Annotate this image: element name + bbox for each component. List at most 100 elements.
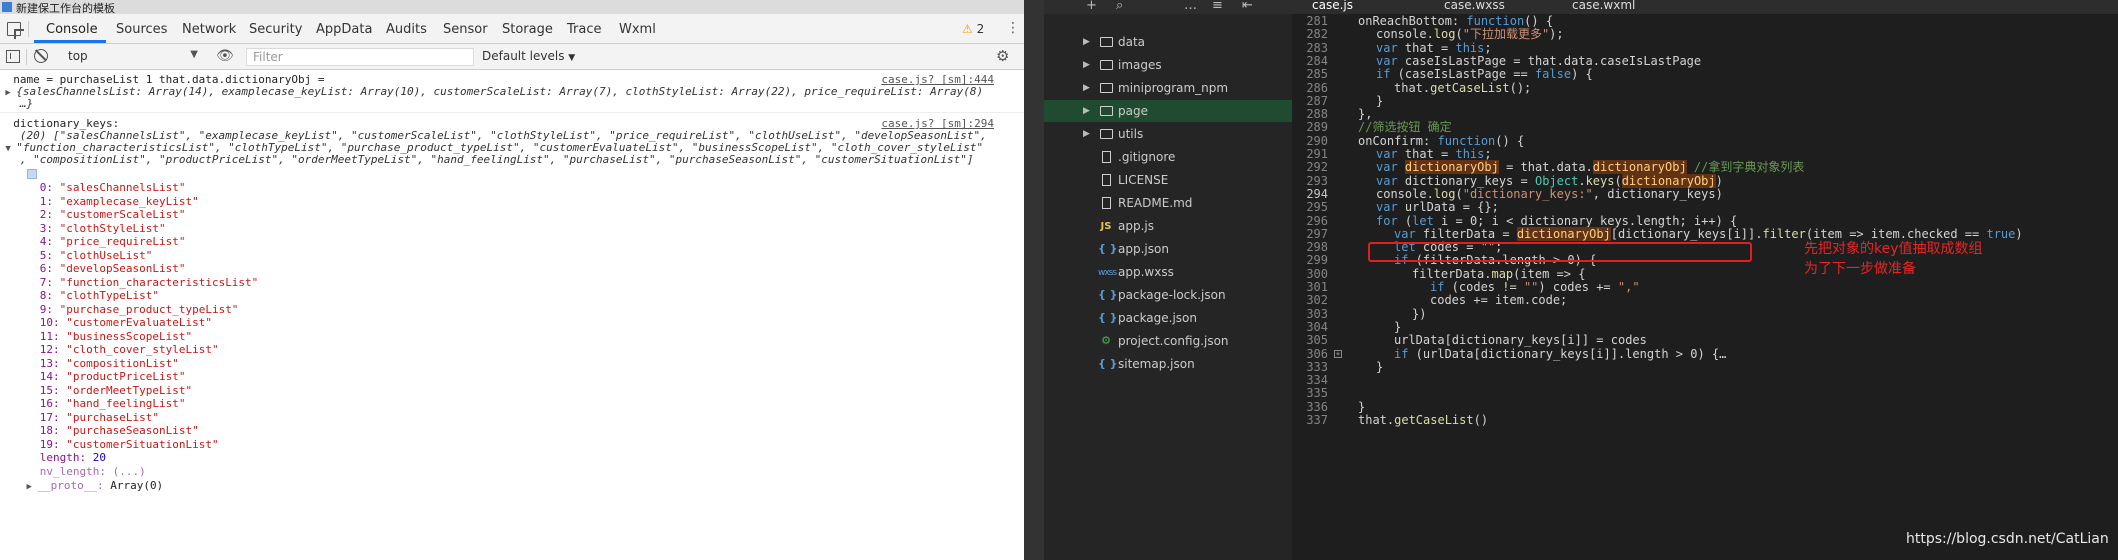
chevron-right-icon[interactable]: ▶ — [1083, 31, 1090, 53]
explorer-item[interactable]: ⚙ project.config.json — [1044, 330, 1292, 352]
code-line[interactable]: 295 var urlData = {}; — [1292, 200, 2118, 214]
item-index: 17: — [39, 410, 60, 424]
search-icon[interactable]: ⌕ — [1116, 0, 1123, 13]
code-line[interactable]: 334 — [1292, 373, 2118, 387]
more-icon[interactable]: … — [1184, 0, 1197, 13]
log-levels-dropdown[interactable]: Default levels ▼ — [482, 49, 575, 63]
tab-wxml[interactable]: Wxml — [619, 22, 656, 37]
code-line[interactable]: 296 for (let i = 0; i < dictionary_keys.l… — [1292, 214, 2118, 228]
code-line[interactable]: 291 var that = this; — [1292, 147, 2118, 161]
tab-network[interactable]: Network — [182, 22, 236, 37]
item-index: 1: — [39, 194, 53, 208]
tab-sources[interactable]: Sources — [116, 22, 167, 37]
code-line[interactable]: 336} — [1292, 400, 2118, 414]
code-line[interactable]: 286 that.getCaseList(); — [1292, 81, 2118, 95]
item-index: 15: — [39, 383, 60, 397]
code-area[interactable]: 281 onReachBottom: function() {282 console… — [1292, 14, 2118, 560]
expand-arrow-icon[interactable]: ▶ — [27, 482, 38, 492]
code-line[interactable]: 306 + if (urlData[dictionary_keys[i]].leng… — [1292, 347, 2118, 361]
more-menu-icon[interactable]: ⋮ — [1006, 20, 1020, 36]
code-line[interactable]: 337 that.getCaseList() — [1292, 413, 2118, 427]
code-line[interactable]: 333} — [1292, 360, 2118, 374]
code-line[interactable]: 302 codes += item.code; — [1292, 293, 2118, 307]
filter-placeholder: Filter — [253, 50, 283, 64]
array-length: length: 20 — [0, 451, 1024, 465]
explorer-item[interactable]: { } package-lock.json — [1044, 284, 1292, 306]
code-line[interactable]: 288}, — [1292, 107, 2118, 121]
explorer-item-label: app.json — [1118, 242, 1169, 256]
explorer-item[interactable]: { } package.json — [1044, 307, 1292, 329]
collapse-icon[interactable]: ⇤ — [1242, 0, 1253, 13]
explorer-item[interactable]: LICENSE — [1044, 169, 1292, 191]
array-item: 14: "productPriceList" — [0, 370, 1024, 384]
code-line[interactable]: 290 onConfirm: function() { — [1292, 134, 2118, 148]
code-line[interactable]: 289 //筛选按钮 确定 — [1292, 120, 2118, 134]
filter-input[interactable]: Filter — [246, 48, 474, 66]
explorer-item[interactable]: ▶ miniprogram_npm — [1044, 77, 1292, 99]
code-line[interactable]: 304} — [1292, 320, 2118, 334]
gear-icon[interactable]: ⚙ — [996, 47, 1009, 65]
tab-appdata[interactable]: AppData — [316, 22, 372, 37]
line-number: 284 — [1306, 53, 1328, 68]
chevron-right-icon[interactable]: ▶ — [1083, 123, 1090, 145]
code-line[interactable]: 293 var dictionary_keys = Object.keys(dic… — [1292, 173, 2118, 188]
explorer-item[interactable]: ▶ data — [1044, 31, 1292, 53]
tab-console[interactable]: Console — [46, 22, 98, 37]
explorer-item[interactable]: ▶ utils — [1044, 123, 1292, 145]
nv-length[interactable]: nv_length: (...) — [0, 465, 1024, 479]
code-line[interactable]: 287} — [1292, 94, 2118, 108]
explorer-item[interactable]: ▶ images — [1044, 54, 1292, 76]
line-number: 298 — [1306, 240, 1328, 255]
add-icon[interactable]: + — [1086, 0, 1097, 13]
info-badge-line — [0, 167, 1024, 181]
tab-audits[interactable]: Audits — [386, 22, 427, 37]
live-expression-eye-icon[interactable]: 👁 — [216, 48, 234, 64]
chevron-right-icon[interactable]: ▶ — [1083, 100, 1090, 122]
code-line[interactable]: 284 var caseIsLastPage = that.data.caseIs… — [1292, 54, 2118, 68]
code-line[interactable]: 294 console.log("dictionary_keys:", dicti… — [1292, 187, 2118, 201]
explorer-item[interactable]: ▶ page — [1044, 100, 1292, 122]
code-line[interactable]: 281 onReachBottom: function() { — [1292, 14, 2118, 28]
editor-tab-case-js[interactable]: case.js — [1312, 0, 1353, 12]
toggle-sidebar-icon[interactable] — [6, 50, 20, 63]
console-message-detail: …} — [0, 97, 1024, 111]
tab-sensor[interactable]: Sensor — [443, 22, 488, 37]
code-line[interactable]: 300 filterData.map(item => { — [1292, 267, 2118, 281]
explorer-item[interactable]: JS app.js — [1044, 215, 1292, 237]
explorer-item[interactable]: wxss app.wxss — [1044, 261, 1292, 283]
explorer-item-label: LICENSE — [1118, 173, 1169, 187]
clear-console-icon[interactable] — [34, 49, 48, 63]
warnings-counter[interactable]: ⚠ 2 — [962, 22, 984, 36]
chevron-right-icon[interactable]: ▶ — [1083, 54, 1090, 76]
explorer-item[interactable]: { } sitemap.json — [1044, 353, 1292, 375]
code-line[interactable]: 301 if (codes != "") codes += "," — [1292, 280, 2118, 294]
editor-tab-case-wxss[interactable]: case.wxss — [1444, 0, 1505, 12]
list-icon[interactable]: ≡ — [1212, 0, 1223, 13]
code-line[interactable]: 303}) — [1292, 307, 2118, 321]
code-line[interactable]: 335 — [1292, 386, 2118, 400]
fold-toggle-icon[interactable]: + — [1334, 349, 1342, 358]
editor-tab-case-wxml[interactable]: case.wxml — [1572, 0, 1635, 12]
context-select[interactable]: top ▼ — [62, 48, 202, 66]
code-line[interactable]: 297 var filterData = dictionaryObj[dictio… — [1292, 226, 2118, 241]
active-tab-indicator — [34, 40, 106, 43]
info-icon[interactable] — [26, 169, 37, 179]
chevron-right-icon[interactable]: ▶ — [1083, 77, 1090, 99]
code-text: } — [1394, 319, 1402, 334]
code-line[interactable]: 282 console.log("下拉加载更多"); — [1292, 27, 2118, 41]
code-line[interactable]: 292 var dictionaryObj = that.data.diction… — [1292, 160, 2118, 175]
item-index: 9: — [39, 302, 53, 316]
explorer-item[interactable]: README.md — [1044, 192, 1292, 214]
code-line[interactable]: 283 var that = this; — [1292, 41, 2118, 55]
explorer-item[interactable]: { } app.json — [1044, 238, 1292, 260]
proto-row[interactable]: ▶ __proto__: Array(0) — [0, 479, 1024, 493]
tab-security[interactable]: Security — [249, 22, 302, 37]
tab-trace[interactable]: Trace — [567, 22, 602, 37]
code-text: var that = this; — [1376, 147, 1492, 161]
inspect-element-icon[interactable] — [7, 22, 21, 36]
line-number: 335 — [1306, 386, 1328, 401]
tab-storage[interactable]: Storage — [502, 22, 553, 37]
explorer-item[interactable]: .gitignore — [1044, 146, 1292, 168]
code-line[interactable]: 285 if (caseIsLastPage == false) { — [1292, 67, 2118, 81]
code-line[interactable]: 305 urlData[dictionary_keys[i]] = codes — [1292, 333, 2118, 347]
